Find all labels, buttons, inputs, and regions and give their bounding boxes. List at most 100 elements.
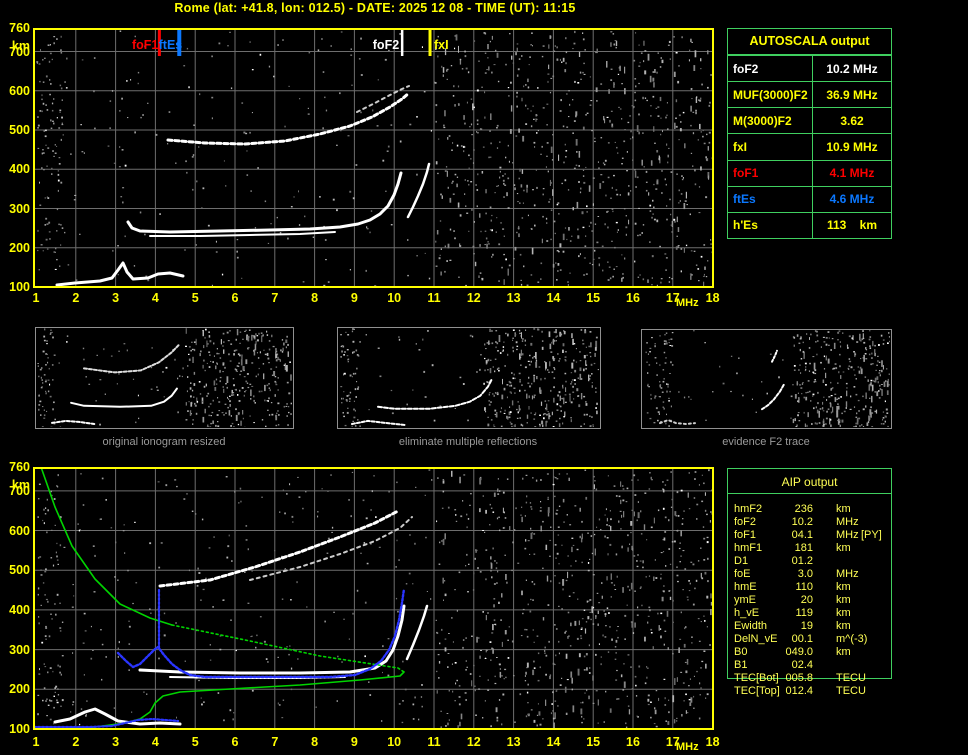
marker-label-ftEs: ftEs	[158, 38, 183, 52]
aip-value: 00.1	[791, 633, 813, 645]
aip-param: hmE	[734, 581, 757, 593]
autoscala-row-M(3000)F2: M(3000)F2 3.62	[728, 107, 891, 134]
autoscala-row-h'Es: h'Es 113 km	[728, 211, 891, 238]
aip-unit: TECU	[836, 685, 866, 697]
bottom-x-tick-6: 6	[231, 735, 239, 749]
top-x-tick-11: 11	[427, 291, 441, 305]
bottom-trace-profile-bottomside	[65, 671, 405, 728]
marker-label-fxI: fxI	[434, 38, 449, 52]
aip-row-hmE: hmE 110 km	[728, 581, 891, 594]
aip-value: 119	[795, 607, 813, 619]
panel-frame-1	[35, 327, 294, 429]
top-x-tick-9: 9	[350, 291, 358, 305]
top-x-tick-15: 15	[586, 291, 601, 305]
aip-row-TEC[Top]: TEC[Top] 012.4 TECU	[728, 685, 891, 698]
top-x-tick-14: 14	[546, 291, 561, 305]
top-y-tick-400: 400	[9, 162, 30, 177]
aip-unit: MHz	[836, 529, 859, 541]
top-trace-f-trace-x-mode	[406, 162, 431, 219]
bottom-y-tick-600: 600	[9, 523, 30, 538]
panel-caption-evidence: evidence F2 trace	[722, 436, 810, 448]
autoscala-row-foF2: foF2 10.2 MHz	[728, 55, 891, 82]
panel3-trace-es-dots	[659, 419, 696, 425]
bottom-plot-noise-base	[37, 469, 712, 728]
panel-caption-original: original ionogram resized	[102, 436, 226, 448]
aip-value: 005.8	[785, 672, 813, 684]
aip-row-foF1: foF1 04.1 MHz [PY]	[728, 529, 891, 542]
bottom-x-tick-9: 9	[350, 735, 358, 749]
autoscala-output-table: AUTOSCALA output foF2 10.2 MHz MUF(3000)F2…	[727, 28, 892, 239]
autoscala-row-foF1: foF1 4.1 MHz	[728, 159, 891, 186]
aip-row-ymE: ymE 20 km	[728, 594, 891, 607]
bottom-x-tick-10: 10	[387, 735, 402, 749]
bottom-x-tick-1: 1	[32, 735, 40, 749]
panel2-noise	[351, 328, 593, 427]
bottom-x-tick-3: 3	[112, 735, 120, 749]
aip-param: TEC[Bot]	[734, 672, 779, 684]
marker-label-foF2: foF2	[372, 38, 400, 52]
autoscala-value: 36.9 MHz	[826, 87, 878, 102]
aip-row-h_vE: h_vE 119 km	[728, 607, 891, 620]
panel3-trace-f2-arc	[761, 383, 785, 411]
aip-table-title: AIP output	[728, 469, 891, 494]
panel-frame-3	[641, 329, 892, 429]
top-y-tick-600: 600	[9, 83, 30, 98]
top-x-tick-3: 3	[112, 291, 120, 305]
top-x-tick-13: 13	[506, 291, 521, 305]
bottom-x-tick-2: 2	[72, 735, 80, 749]
top-y-tick-100: 100	[9, 280, 30, 294]
autoscala-param: foF2	[728, 56, 813, 82]
aip-unit: km	[836, 542, 851, 554]
bottom-x-tick-5: 5	[191, 735, 199, 749]
aip-unit: m^(-3)	[836, 633, 868, 645]
top-plot-noise-base	[36, 30, 712, 286]
autoscala-param: h'Es	[728, 212, 813, 238]
bottom-x-tick-13: 13	[506, 735, 521, 749]
autoscala-value: 4.1 MHz	[829, 166, 875, 181]
aip-value: 19	[800, 620, 813, 632]
panel2-trace-main	[377, 377, 494, 410]
panel-frame-2	[337, 327, 601, 429]
aip-param: B0	[734, 646, 748, 658]
panel3-trace-f2-frag	[771, 349, 778, 363]
bottom-x-unit-mhz: MHz	[676, 741, 699, 753]
bottom-plot-noise-left-band	[37, 474, 64, 725]
top-x-tick-7: 7	[271, 291, 279, 305]
autoscala-param: M(3000)F2	[728, 108, 813, 134]
window-title: Rome (lat: +41.8, lon: 012.5) - DATE: 20…	[174, 1, 576, 15]
aip-unit: MHz	[836, 568, 859, 580]
aip-row-Ewidth: Ewidth 19 km	[728, 620, 891, 633]
aip-row-TEC[Bot]: TEC[Bot] 005.8 TECU	[728, 672, 891, 685]
autoscala-param: fxI	[728, 134, 813, 160]
top-y-tick-200: 200	[9, 240, 30, 255]
top-plot-noise-left-band	[37, 35, 64, 271]
autoscala-table-title: AUTOSCALA output	[728, 29, 891, 55]
top-x-tick-10: 10	[387, 291, 402, 305]
bottom-plot-frame	[33, 467, 714, 730]
autoscala-value: 4.6 MHz	[829, 192, 875, 207]
bottom-x-tick-15: 15	[586, 735, 601, 749]
aip-row-foF2: foF2 10.2 MHz	[728, 516, 891, 529]
panel1-left	[37, 328, 56, 427]
top-x-tick-2: 2	[72, 291, 80, 305]
aip-unit: km	[836, 581, 851, 593]
top-y-unit-km: km	[11, 39, 30, 53]
aip-param: DelN_vE	[734, 633, 778, 645]
marker-label-foF1: foF1	[131, 38, 159, 52]
autoscala-param: foF1	[728, 160, 813, 186]
aip-row-DelN_vE: DelN_vE 00.1 m^(-3)	[728, 633, 891, 646]
bottom-x-tick-7: 7	[271, 735, 279, 749]
autoscala-param: ftEs	[728, 186, 813, 212]
bottom-y-tick-500: 500	[9, 563, 30, 578]
panel3-noise	[645, 330, 889, 427]
bottom-x-tick-11: 11	[427, 735, 441, 749]
aip-param: hmF1	[734, 542, 763, 554]
aip-row-hmF2: hmF2 236 km	[728, 503, 891, 516]
top-trace-second-hop-1	[166, 91, 411, 146]
aip-value: 01.2	[791, 555, 813, 567]
bottom-trace-profile-dotted	[171, 624, 405, 673]
aip-value: 04.1	[791, 529, 813, 541]
aip-value: 181	[794, 542, 813, 554]
aip-param: h_vE	[734, 607, 760, 619]
aip-value: 049.0	[785, 646, 813, 658]
